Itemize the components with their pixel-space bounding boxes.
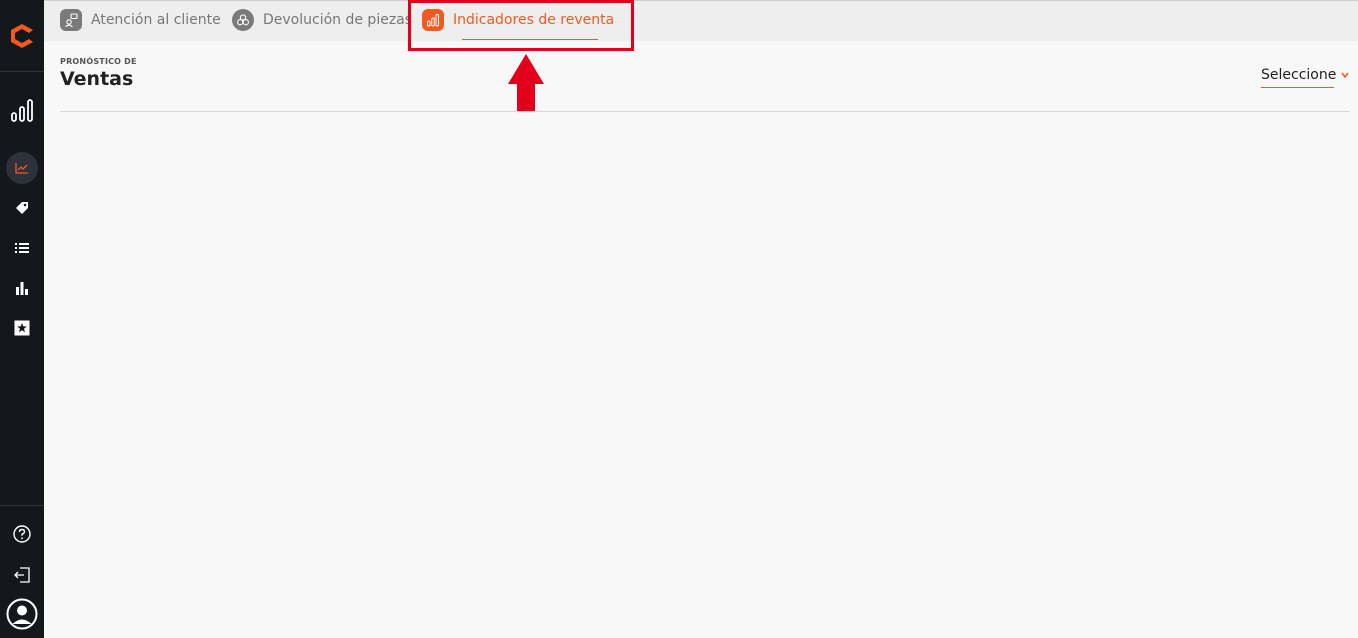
sidebar xyxy=(0,0,44,638)
user-avatar[interactable] xyxy=(0,596,44,632)
highlight-box xyxy=(408,0,634,51)
user-avatar-icon xyxy=(6,598,38,630)
logo-icon xyxy=(11,23,33,48)
chevron-down-icon xyxy=(1341,72,1349,79)
parts-return-icon xyxy=(232,9,254,31)
help-icon xyxy=(13,525,31,543)
arrow-up-annotation xyxy=(508,54,544,112)
sidebar-item-list[interactable] xyxy=(0,230,44,266)
page-title: Ventas xyxy=(60,68,134,90)
sidebar-item-indicators[interactable] xyxy=(0,92,44,128)
star-icon xyxy=(14,320,30,336)
bar-chart-icon xyxy=(16,282,28,295)
select-underline xyxy=(1261,87,1334,88)
period-select[interactable]: Seleccione xyxy=(1261,67,1351,89)
app-logo[interactable] xyxy=(0,0,44,72)
sidebar-item-sales-forecast[interactable] xyxy=(0,150,44,186)
tab-customer-service-label: Atención al cliente xyxy=(91,12,221,28)
select-label: Seleccione xyxy=(1261,67,1337,83)
section-kicker: PRONÓSTICO DE xyxy=(60,57,137,66)
tag-icon xyxy=(16,202,28,214)
header-divider xyxy=(60,111,1350,112)
sidebar-item-tags[interactable] xyxy=(0,190,44,226)
active-bubble xyxy=(6,152,38,184)
tab-parts-return[interactable]: Devolución de piezas xyxy=(232,0,412,40)
customer-service-icon xyxy=(60,9,82,31)
help-button[interactable] xyxy=(0,516,44,552)
tab-parts-return-label: Devolución de piezas xyxy=(263,12,413,28)
tab-customer-service[interactable]: Atención al cliente xyxy=(60,0,221,40)
sidebar-item-stats[interactable] xyxy=(0,270,44,306)
list-icon xyxy=(15,243,29,253)
logout-button[interactable] xyxy=(0,557,44,593)
sidebar-divider xyxy=(0,505,44,506)
line-chart-icon xyxy=(15,163,28,174)
sidebar-item-favorites[interactable] xyxy=(0,310,44,346)
logout-icon xyxy=(14,567,30,583)
indicators-icon xyxy=(11,99,33,122)
